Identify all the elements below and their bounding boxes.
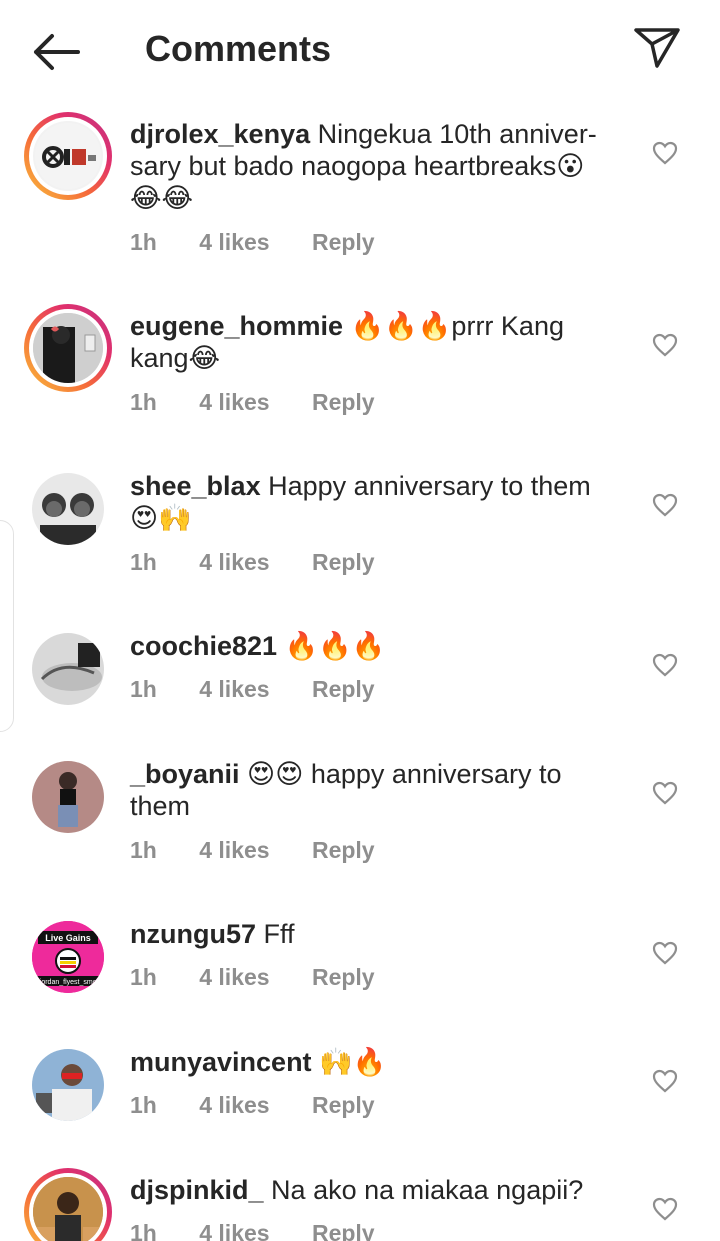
avatar[interactable]: Live Gains jordan_flyest_smc xyxy=(32,921,104,993)
heart-outline-icon[interactable] xyxy=(652,493,678,517)
comment-time: 1h xyxy=(130,1092,157,1118)
comment-meta: 1h 4 likes Reply xyxy=(130,389,411,416)
comment-username[interactable]: munyavincent xyxy=(130,1047,312,1077)
page-title: Comments xyxy=(145,28,332,69)
avatar[interactable] xyxy=(24,112,112,200)
avatar[interactable] xyxy=(24,1168,112,1241)
comment-row: djspinkid_ Na ako na miakaa ngapii? 1h 4… xyxy=(0,1166,720,1241)
comment-username[interactable]: _boyanii xyxy=(130,759,240,789)
heart-outline-icon[interactable] xyxy=(652,1069,678,1093)
comment-text: shee_blax Happy anniversary to them 😍🙌 xyxy=(130,470,610,534)
arrow-left-icon[interactable] xyxy=(30,30,82,74)
comment-text: djrolex_kenya Ningekua 10th anniver-sary… xyxy=(130,118,610,214)
heart-outline-icon[interactable] xyxy=(652,653,678,677)
comment-time: 1h xyxy=(130,676,157,702)
paper-plane-icon[interactable] xyxy=(632,24,682,70)
avatar-logo-image: Live Gains jordan_flyest_smc xyxy=(32,921,104,993)
avatar-photo-image xyxy=(32,633,104,705)
comment-meta: 1h 4 likes Reply xyxy=(130,1092,411,1119)
reply-button[interactable]: Reply xyxy=(312,389,375,415)
reply-button[interactable]: Reply xyxy=(312,1220,375,1241)
avatar-logo-image xyxy=(35,123,101,189)
reply-button[interactable]: Reply xyxy=(312,676,375,702)
comment-username[interactable]: shee_blax xyxy=(130,471,261,501)
comment-likes[interactable]: 4 likes xyxy=(199,229,269,255)
comment-body: 🔥🔥🔥 xyxy=(284,631,386,661)
comment-username[interactable]: eugene_hommie xyxy=(130,311,343,341)
comment-time: 1h xyxy=(130,549,157,575)
comment-text: munyavincent 🙌🔥 xyxy=(130,1046,610,1078)
comment-time: 1h xyxy=(130,1220,157,1241)
avatar-top-label: Live Gains xyxy=(45,933,91,943)
avatar[interactable] xyxy=(32,1049,104,1121)
comment-likes[interactable]: 4 likes xyxy=(199,1220,269,1241)
reply-button[interactable]: Reply xyxy=(312,549,375,575)
avatar[interactable] xyxy=(32,761,104,833)
comment-text: eugene_hommie 🔥🔥🔥prrr Kang kang😂 xyxy=(130,310,610,374)
comment-time: 1h xyxy=(130,837,157,863)
comment-likes[interactable]: 4 likes xyxy=(199,837,269,863)
comment-time: 1h xyxy=(130,389,157,415)
avatar[interactable] xyxy=(32,633,104,705)
heart-outline-icon[interactable] xyxy=(652,141,678,165)
comment-text: nzungu57 Fff xyxy=(130,918,610,950)
comment-body: Fff xyxy=(263,919,295,949)
comment-text: _boyanii 😍😍 happy anniversary to them xyxy=(130,758,610,822)
avatar-photo-image xyxy=(33,313,103,383)
comment-username[interactable]: djrolex_kenya xyxy=(130,119,310,149)
comment-meta: 1h 4 likes Reply xyxy=(130,964,411,991)
comment-likes[interactable]: 4 likes xyxy=(199,549,269,575)
comment-meta: 1h 4 likes Reply xyxy=(130,837,411,864)
reply-button[interactable]: Reply xyxy=(312,837,375,863)
avatar-photo-image xyxy=(32,1049,104,1121)
heart-outline-icon[interactable] xyxy=(652,941,678,965)
comment-username[interactable]: djspinkid_ xyxy=(130,1175,264,1205)
comment-meta: 1h 4 likes Reply xyxy=(130,1220,411,1241)
comment-meta: 1h 4 likes Reply xyxy=(130,549,411,576)
reply-button[interactable]: Reply xyxy=(312,229,375,255)
side-panel-edge xyxy=(0,520,14,732)
comment-text: djspinkid_ Na ako na miakaa ngapii? xyxy=(130,1174,610,1206)
reply-button[interactable]: Reply xyxy=(312,964,375,990)
avatar-photo-image xyxy=(32,473,104,545)
comment-likes[interactable]: 4 likes xyxy=(199,676,269,702)
comment-body: 🙌🔥 xyxy=(319,1047,387,1077)
comment-likes[interactable]: 4 likes xyxy=(199,389,269,415)
comment-time: 1h xyxy=(130,229,157,255)
heart-outline-icon[interactable] xyxy=(652,1197,678,1221)
comment-meta: 1h 4 likes Reply xyxy=(130,229,411,256)
comment-username[interactable]: nzungu57 xyxy=(130,919,256,949)
avatar-photo-image xyxy=(32,761,104,833)
comment-likes[interactable]: 4 likes xyxy=(199,964,269,990)
avatar[interactable] xyxy=(32,473,104,545)
heart-outline-icon[interactable] xyxy=(652,781,678,805)
heart-outline-icon[interactable] xyxy=(652,333,678,357)
avatar[interactable] xyxy=(24,304,112,392)
comment-text: coochie821 🔥🔥🔥 xyxy=(130,630,610,662)
comment-username[interactable]: coochie821 xyxy=(130,631,277,661)
comment-meta: 1h 4 likes Reply xyxy=(130,676,411,703)
comment-body: Na ako na miakaa ngapii? xyxy=(271,1175,584,1205)
app-header: Comments xyxy=(0,0,720,98)
comment-likes[interactable]: 4 likes xyxy=(199,1092,269,1118)
reply-button[interactable]: Reply xyxy=(312,1092,375,1118)
avatar-bottom-label: jordan_flyest_smc xyxy=(39,979,97,986)
avatar-photo-image xyxy=(33,1177,103,1241)
comment-time: 1h xyxy=(130,964,157,990)
